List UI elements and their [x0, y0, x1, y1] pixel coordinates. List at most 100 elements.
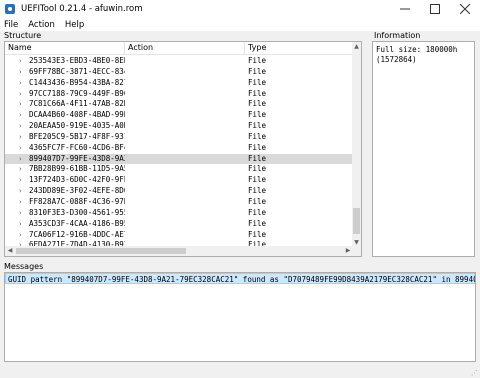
tree-cell-name: › 13F724D3-6D0C-42F0-9FE… — [5, 175, 125, 186]
tree-item-type: File — [248, 175, 267, 185]
tree-item-name: 7CA06F12-916B-4DDC-AE7… — [29, 229, 125, 239]
tree-item-name: C1443436-B954-43BA-827… — [29, 77, 125, 87]
tree-item-type: File — [248, 77, 267, 87]
tree-cell-name: › FF828A7C-088F-4C36-97B… — [5, 197, 125, 208]
expand-chevron-icon[interactable]: › — [19, 78, 22, 89]
vertical-scroll-thumb[interactable] — [353, 208, 360, 234]
tree-item-action — [125, 110, 245, 121]
close-icon — [460, 4, 470, 14]
menu-help[interactable]: Help — [60, 20, 89, 30]
tree-item-action — [125, 67, 245, 78]
expand-chevron-icon[interactable]: › — [19, 67, 22, 78]
uefitool-app-icon — [5, 4, 15, 14]
tree-item-name: 243DD89E-3F02-4EFE-8D0… — [29, 186, 125, 196]
expand-chevron-icon[interactable]: › — [19, 89, 22, 100]
scroll-left-arrow-icon[interactable]: ◀ — [5, 246, 15, 256]
messages-list[interactable]: GUID pattern "899407D7-99FE-43D8-9A21-79… — [4, 272, 476, 362]
tree-row[interactable]: › 69FF78BC-3871-4ECC-834… File — [5, 67, 353, 78]
tree-item-name: 20AEAA50-919E-4035-A0D… — [29, 121, 125, 131]
scroll-up-arrow-icon[interactable]: ▲ — [352, 42, 361, 51]
tree-item-name: 69FF78BC-3871-4ECC-834… — [29, 66, 125, 76]
expand-chevron-icon[interactable]: › — [19, 186, 22, 197]
tree-row[interactable]: › DCAA4B60-408F-4BAD-99B… File — [5, 110, 353, 121]
tree-item-name: 253543E3-EBD3-4BE0-8EB… — [29, 56, 125, 65]
tree-row[interactable]: › 7C81C66A-4F11-47AB-82D… File — [5, 99, 353, 110]
window-controls — [390, 0, 480, 18]
expand-chevron-icon[interactable]: › — [19, 230, 22, 241]
tree-row[interactable]: › BFE205C9-5B17-4F8F-937… File — [5, 132, 353, 143]
tree-row[interactable]: › FF828A7C-088F-4C36-97B… File — [5, 197, 353, 208]
horizontal-scrollbar[interactable]: ◀ ▶ — [5, 246, 353, 256]
resize-grip-icon[interactable]: ⋰ — [471, 369, 478, 377]
tree-row[interactable]: › 8310F3E3-D300-4561-955… File — [5, 208, 353, 219]
window-title: UEFITool 0.21.4 - afuwin.rom — [21, 4, 143, 14]
menu-file[interactable]: File — [0, 20, 23, 30]
column-header-action[interactable]: Action — [125, 42, 245, 55]
tree-row[interactable]: › 7BB28B99-61BB-11D5-9A5… File — [5, 164, 353, 175]
information-panel[interactable]: Full size: 180000h (1572864) — [372, 41, 475, 257]
tree-row[interactable]: › 253543E3-EBD3-4BE0-8EB… File — [5, 56, 353, 67]
expand-chevron-icon[interactable]: › — [19, 175, 22, 186]
tree-row[interactable]: › A353CD3F-4CAA-4186-B95… File — [5, 219, 353, 230]
title-bar: UEFITool 0.21.4 - afuwin.rom — [0, 0, 480, 18]
tree-row[interactable]: › 7CA06F12-916B-4DDC-AE7… File — [5, 230, 353, 241]
maximize-button[interactable] — [420, 0, 450, 18]
expand-chevron-icon[interactable]: › — [19, 56, 22, 67]
expand-chevron-icon[interactable]: › — [19, 143, 22, 154]
minimize-icon — [400, 8, 410, 10]
tree-cell-name: › 253543E3-EBD3-4BE0-8EB… — [5, 56, 125, 67]
tree-item-type: File — [248, 218, 267, 228]
tree-item-action — [125, 175, 245, 186]
expand-chevron-icon[interactable]: › — [19, 208, 22, 219]
tree-item-type: File — [248, 186, 267, 196]
expand-chevron-icon[interactable]: › — [19, 164, 22, 175]
tree-item-name: BFE205C9-5B17-4F8F-937… — [29, 131, 125, 141]
tree-item-type: File — [248, 142, 267, 152]
tree-cell-name: › 7C81C66A-4F11-47AB-82D… — [5, 99, 125, 110]
tree-item-action — [125, 219, 245, 230]
tree-item-action — [125, 99, 245, 110]
column-header-type[interactable]: Type — [245, 42, 353, 55]
tree-row[interactable]: › 243DD89E-3F02-4EFE-8D0… File — [5, 186, 353, 197]
tree-item-name: 4365FC7F-FC60-4CD6-BF4… — [29, 142, 125, 152]
horizontal-scroll-thumb[interactable] — [16, 248, 186, 254]
tree-cell-name: › 243DD89E-3F02-4EFE-8D0… — [5, 186, 125, 197]
close-button[interactable] — [450, 0, 480, 18]
tree-row[interactable]: › 899407D7-99FE-43D8-9A2… File — [5, 153, 353, 165]
tree-row[interactable]: › 97CC7188-79C9-449F-B96… File — [5, 89, 353, 100]
expand-chevron-icon[interactable]: › — [19, 154, 22, 165]
tree-item-type: File — [248, 110, 267, 120]
menu-action[interactable]: Action — [23, 20, 60, 30]
tree-row[interactable]: › C1443436-B954-43BA-827… File — [5, 78, 353, 89]
expand-chevron-icon[interactable]: › — [19, 197, 22, 208]
message-item[interactable]: GUID pattern "899407D7-99FE-43D8-9A21-79… — [5, 273, 475, 284]
tree-item-type: File — [248, 56, 267, 65]
tree-rows: › 253543E3-EBD3-4BE0-8EB… File › 69FF78BC-38… — [5, 56, 353, 256]
column-header-name[interactable]: Name — [5, 42, 125, 55]
tree-row[interactable]: › 20AEAA50-919E-4035-A0D… File — [5, 121, 353, 132]
tree-item-type: File — [248, 131, 267, 141]
structure-tree[interactable]: Name Action Type › 253543E3-EBD3-4BE0-8EB… — [4, 41, 362, 257]
vertical-scrollbar[interactable]: ▲ ▼ — [352, 42, 361, 247]
expand-chevron-icon[interactable]: › — [19, 219, 22, 230]
tree-cell-name: › 7CA06F12-916B-4DDC-AE7… — [5, 230, 125, 241]
panel-splitter[interactable] — [0, 260, 480, 262]
tree-item-action — [125, 56, 245, 67]
tree-item-action — [125, 186, 245, 197]
expand-chevron-icon[interactable]: › — [19, 121, 22, 132]
status-bar: ⋰ — [0, 366, 480, 378]
tree-item-name: 97CC7188-79C9-449F-B96… — [29, 88, 125, 98]
tree-item-action — [125, 208, 245, 219]
tree-item-name: A353CD3F-4CAA-4186-B95… — [29, 218, 125, 228]
tree-row[interactable]: › 13F724D3-6D0C-42F0-9FE… File — [5, 175, 353, 186]
tree-item-type: File — [248, 153, 267, 163]
tree-row[interactable]: › 4365FC7F-FC60-4CD6-BF4… File — [5, 143, 353, 154]
tree-item-name: DCAA4B60-408F-4BAD-99B… — [29, 110, 125, 120]
minimize-button[interactable] — [390, 0, 420, 18]
tree-item-type: File — [248, 196, 267, 206]
tree-item-action — [125, 143, 245, 154]
expand-chevron-icon[interactable]: › — [19, 132, 22, 143]
tree-item-type: File — [248, 88, 267, 98]
expand-chevron-icon[interactable]: › — [19, 99, 22, 110]
expand-chevron-icon[interactable]: › — [19, 110, 22, 121]
